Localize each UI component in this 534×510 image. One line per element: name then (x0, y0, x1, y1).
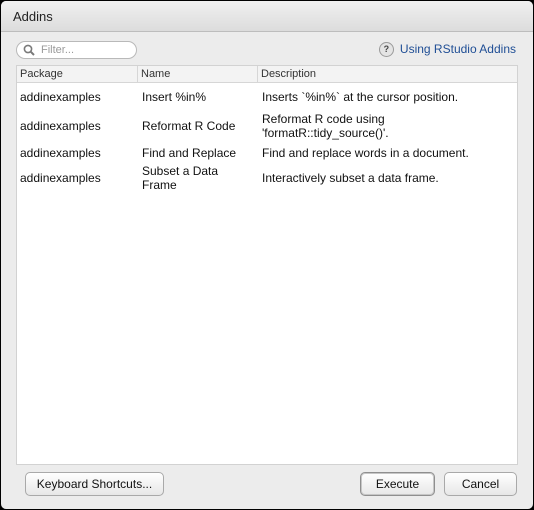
cancel-button[interactable]: Cancel (444, 472, 517, 496)
title-bar: Addins (1, 1, 533, 32)
question-mark-icon[interactable]: ? (378, 41, 394, 57)
table-header: Package Name Description (17, 66, 517, 83)
name-cell-line2: Frame (142, 178, 177, 192)
description-cell-line1: Reformat R code using (262, 112, 385, 126)
description-cell: Find and replace words in a document. (262, 146, 469, 160)
name-cell: Insert %in% (142, 90, 207, 104)
table-row[interactable]: addinexamples Subset a Data Frame Intera… (17, 164, 517, 194)
filter-box[interactable] (16, 41, 137, 59)
search-icon (23, 44, 35, 56)
dialog-title: Addins (13, 9, 53, 24)
column-header-description[interactable]: Description (257, 66, 517, 82)
using-rstudio-addins-link[interactable]: Using RStudio Addins (400, 42, 516, 56)
filter-input[interactable] (41, 42, 131, 58)
addins-table: Package Name Description addinexamples I… (16, 65, 518, 465)
package-cell: addinexamples (20, 146, 101, 160)
package-cell: addinexamples (20, 171, 101, 185)
table-row[interactable]: addinexamples Reformat R Code Reformat R… (17, 111, 517, 141)
table-row[interactable]: addinexamples Find and Replace Find and … (17, 141, 517, 164)
package-cell: addinexamples (20, 119, 101, 133)
execute-button[interactable]: Execute (360, 472, 435, 496)
name-cell: Find and Replace (142, 146, 237, 160)
description-cell-line2: 'formatR::tidy_source()'. (262, 126, 389, 140)
keyboard-shortcuts-button[interactable]: Keyboard Shortcuts... (25, 472, 164, 496)
table-row[interactable]: addinexamples Insert %in% Inserts `%in%`… (17, 83, 517, 111)
package-cell: addinexamples (20, 90, 101, 104)
name-cell: Reformat R Code (142, 119, 236, 133)
description-cell: Interactively subset a data frame. (262, 171, 439, 185)
addins-dialog: Addins ? Using RStudio Addins Package Na… (1, 1, 533, 509)
column-header-name[interactable]: Name (137, 66, 257, 82)
help-link-group[interactable]: ? Using RStudio Addins (378, 41, 516, 57)
name-cell-line1: Subset a Data (142, 164, 219, 178)
column-header-package[interactable]: Package (17, 66, 137, 82)
description-cell: Inserts `%in%` at the cursor position. (262, 90, 459, 104)
